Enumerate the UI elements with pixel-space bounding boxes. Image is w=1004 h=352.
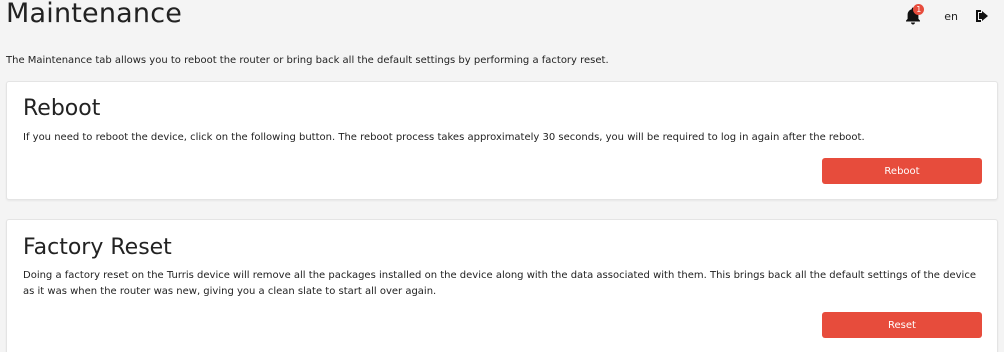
reboot-card: Reboot If you need to reboot the device,… — [6, 81, 998, 200]
language-selector[interactable]: en — [944, 10, 958, 23]
top-actions: 1 en — [904, 4, 990, 26]
maintenance-page: Maintenance 1 en The Maintenance tab all… — [0, 0, 1004, 352]
page-title: Maintenance — [6, 0, 183, 29]
factory-reset-card: Factory Reset Doing a factory reset on t… — [6, 219, 998, 352]
reboot-button[interactable]: Reboot — [822, 158, 982, 184]
logout-icon — [976, 10, 988, 22]
reboot-title: Reboot — [23, 96, 101, 121]
reset-button[interactable]: Reset — [822, 312, 982, 338]
intro-text: The Maintenance tab allows you to reboot… — [6, 55, 609, 66]
notification-count-badge: 1 — [913, 4, 925, 15]
logout-button[interactable] — [974, 8, 990, 24]
notifications-button[interactable]: 1 — [904, 4, 925, 26]
factory-reset-title: Factory Reset — [23, 235, 172, 260]
factory-reset-description: Doing a factory reset on the Turris devi… — [23, 270, 976, 297]
reboot-description: If you need to reboot the device, click … — [23, 132, 865, 143]
